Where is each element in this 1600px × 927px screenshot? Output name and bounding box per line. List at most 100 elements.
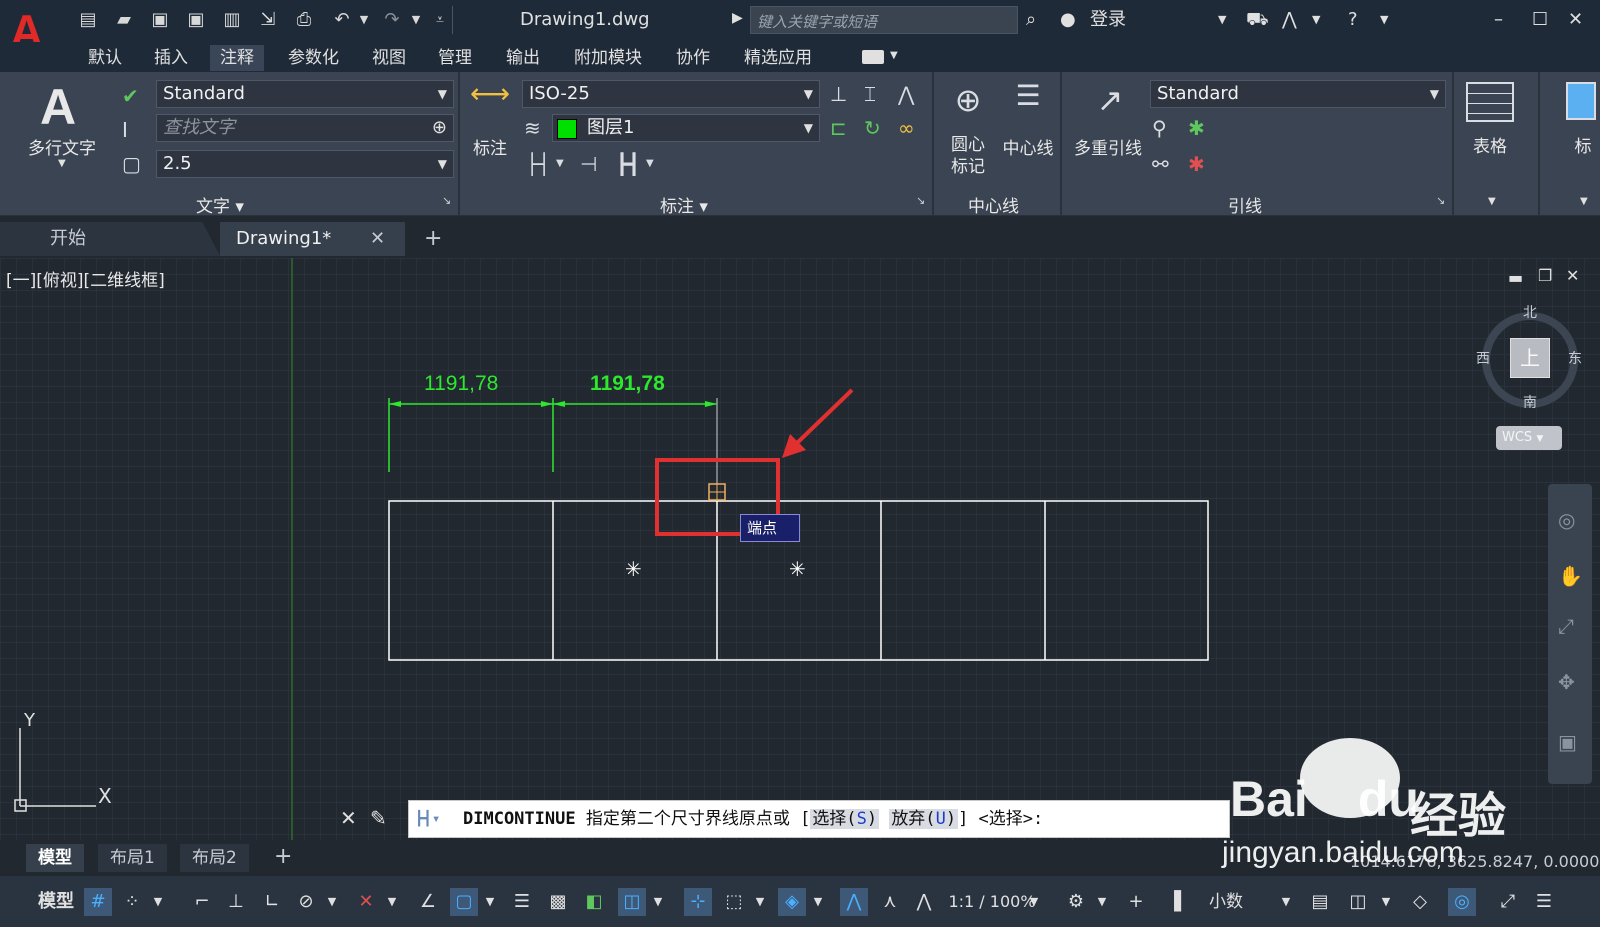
layer-stack-icon[interactable]: ≋ xyxy=(524,116,541,140)
dim-panel-launcher-icon[interactable]: ↘ xyxy=(916,194,925,207)
annotation-scale-value[interactable]: 1:1 / 100% xyxy=(946,888,1038,916)
save-icon[interactable]: ▣ xyxy=(148,8,172,32)
steering-wheel-icon[interactable]: ◎ xyxy=(1558,508,1575,532)
autodesk-icon[interactable]: ⋀ xyxy=(1282,7,1297,33)
table-button[interactable]: 表格 xyxy=(1466,132,1514,157)
close-tab-icon[interactable]: ✕ xyxy=(370,222,385,256)
dimension-button[interactable]: 标注 xyxy=(466,134,514,159)
tab-annotate[interactable]: 注释 xyxy=(210,45,264,71)
text-panel-launcher-icon[interactable]: ↘ xyxy=(442,194,451,207)
tab-output[interactable]: 输出 xyxy=(496,45,550,71)
tab-parametric[interactable]: 参数化 xyxy=(278,45,349,71)
dim-reassociate-icon[interactable]: ∞ xyxy=(898,116,915,140)
pan-icon[interactable]: ✋ xyxy=(1558,564,1583,588)
tab-model[interactable]: 模型 xyxy=(26,844,84,872)
dim-layer-select[interactable]: 图层1 ▼ xyxy=(552,114,820,142)
annotation-visibility-icon[interactable]: ⋀ xyxy=(840,888,868,916)
grid-icon[interactable]: # xyxy=(84,888,112,916)
orbit-icon[interactable]: ✥ xyxy=(1558,670,1575,694)
selection-filter-icon[interactable]: ⬚ xyxy=(720,888,748,916)
table-icon[interactable] xyxy=(1466,82,1514,122)
transparency-icon[interactable]: ▩ xyxy=(544,888,572,916)
lock-ui-icon[interactable]: ◫ xyxy=(1344,888,1372,916)
annotation-monitor-icon[interactable]: + xyxy=(1122,888,1150,916)
selection-filter-dropdown-icon[interactable]: ▼ xyxy=(752,888,768,916)
login-dropdown-icon[interactable]: ▼ xyxy=(1218,7,1226,33)
isodraft-icon[interactable]: ✕ xyxy=(352,888,380,916)
publish-icon[interactable]: ▥ xyxy=(220,8,244,32)
multiline-text-button[interactable]: 多行文字 xyxy=(24,134,100,159)
auto-scale-icon[interactable]: ⋏ xyxy=(876,888,904,916)
find-text-icon[interactable]: Ⅰ xyxy=(122,118,128,142)
customize-qat-icon[interactable]: ⩡ xyxy=(428,8,452,32)
tab-collaborate[interactable]: 协作 xyxy=(666,45,720,71)
remove-leader-icon[interactable]: ✱ xyxy=(1188,152,1205,176)
leader-style-select[interactable]: Standard ▼ xyxy=(1150,80,1446,108)
new-tab-icon[interactable]: + xyxy=(424,226,442,251)
centerline-icon[interactable]: ☰ xyxy=(1000,82,1056,110)
new-file-icon[interactable]: ▤ xyxy=(76,8,100,32)
annotation-scale-icon[interactable]: ⋀ xyxy=(910,888,938,916)
customize-command-icon[interactable]: ✎ xyxy=(370,806,387,830)
dim-break-icon[interactable]: ⊣ xyxy=(580,152,597,176)
quick-properties-icon[interactable]: ▤ xyxy=(1306,888,1334,916)
viewcube-top-face[interactable]: 上 xyxy=(1510,338,1550,378)
autodesk-dropdown-icon[interactable]: ▼ xyxy=(1312,7,1320,33)
centerline-button[interactable]: 中心线 xyxy=(996,134,1060,159)
dim-inspect-icon[interactable]: ⋀ xyxy=(898,82,914,106)
undo-icon[interactable]: ↶ xyxy=(330,8,354,32)
center-mark-icon[interactable]: ⊕ xyxy=(944,80,992,120)
text-panel-title[interactable]: 文字 ▾ xyxy=(196,192,244,217)
model-space-toggle[interactable]: 模型 xyxy=(34,888,78,916)
snap-icon[interactable]: ⁘ xyxy=(118,888,146,916)
compass-east[interactable]: 东 xyxy=(1568,348,1582,368)
multileader-icon[interactable]: ↗ xyxy=(1082,80,1138,120)
expand-arrow-icon[interactable]: ▶ xyxy=(732,10,743,26)
multiline-dropdown-icon[interactable]: ▼ xyxy=(58,158,66,169)
dim-continue-dropdown-icon[interactable]: ▼ xyxy=(646,152,654,176)
isolate-objects-icon[interactable]: ◇ xyxy=(1406,888,1434,916)
object-snap-dropdown-icon[interactable]: ▼ xyxy=(482,888,498,916)
option-undo[interactable]: 放弃(U) xyxy=(889,809,959,829)
redo-icon[interactable]: ↷ xyxy=(380,8,404,32)
command-line[interactable]: ┣┫▾ DIMCONTINUE 指定第二个尺寸界线原点或 [选择(S) 放弃(U… xyxy=(408,800,1230,838)
login-link[interactable]: 登录 xyxy=(1090,7,1126,33)
ortho-icon[interactable]: ∟ xyxy=(258,888,286,916)
multileader-button[interactable]: 多重引线 xyxy=(1068,134,1148,159)
tab-view[interactable]: 视图 xyxy=(362,45,416,71)
selection-cycling-icon[interactable]: ◧ xyxy=(580,888,608,916)
save-as-icon[interactable]: ▣ xyxy=(184,8,208,32)
dim-update-icon[interactable]: ↻ xyxy=(864,116,881,140)
tab-layout2[interactable]: 布局2 xyxy=(180,844,249,872)
dim-verify-icon[interactable]: ⊏ xyxy=(830,116,847,140)
close-command-icon[interactable]: ✕ xyxy=(340,806,357,830)
markup-icon[interactable] xyxy=(1566,82,1596,120)
close-window-icon[interactable]: ✕ xyxy=(1568,7,1583,33)
dynamic-input-icon[interactable]: ⊥ xyxy=(222,888,250,916)
dim-continue-icon[interactable]: ┣┫ xyxy=(616,152,640,176)
text-style-select[interactable]: Standard ▼ xyxy=(156,80,454,108)
lineweight-icon[interactable]: ☰ xyxy=(508,888,536,916)
option-select[interactable]: 选择(S) xyxy=(810,809,880,829)
spell-check-icon[interactable]: ✔ xyxy=(122,84,139,108)
dim-panel-title[interactable]: 标注 ▾ xyxy=(660,192,708,217)
units-icon[interactable]: ▐ xyxy=(1160,888,1188,916)
share-icon[interactable]: ⇲ xyxy=(256,8,280,32)
lock-ui-dropdown-icon[interactable]: ▼ xyxy=(1378,888,1394,916)
isodraft-dropdown-icon[interactable]: ▼ xyxy=(384,888,400,916)
polar-icon[interactable]: ⊘ xyxy=(292,888,320,916)
leader-panel-launcher-icon[interactable]: ↘ xyxy=(1436,194,1445,207)
compass-south[interactable]: 南 xyxy=(1523,392,1537,412)
open-folder-icon[interactable]: ▰ xyxy=(112,8,136,32)
markup-dropdown-icon[interactable]: ▼ xyxy=(1580,196,1588,207)
infer-constraints-icon[interactable]: ⌐ xyxy=(188,888,216,916)
undo-dropdown-icon[interactable]: ▼ xyxy=(352,8,376,32)
tab-featured-apps[interactable]: 精选应用 xyxy=(734,45,822,71)
3d-osnap-dropdown-icon[interactable]: ▼ xyxy=(650,888,666,916)
dimension-icon[interactable]: ⟷ xyxy=(466,80,514,108)
dim-linear-dropdown-icon[interactable]: ▼ xyxy=(556,152,564,176)
redo-dropdown-icon[interactable]: ▼ xyxy=(404,8,428,32)
tab-insert[interactable]: 插入 xyxy=(144,45,198,71)
help-dropdown-icon[interactable]: ▼ xyxy=(1380,7,1388,33)
cart-icon[interactable]: ⛟ xyxy=(1246,7,1269,33)
